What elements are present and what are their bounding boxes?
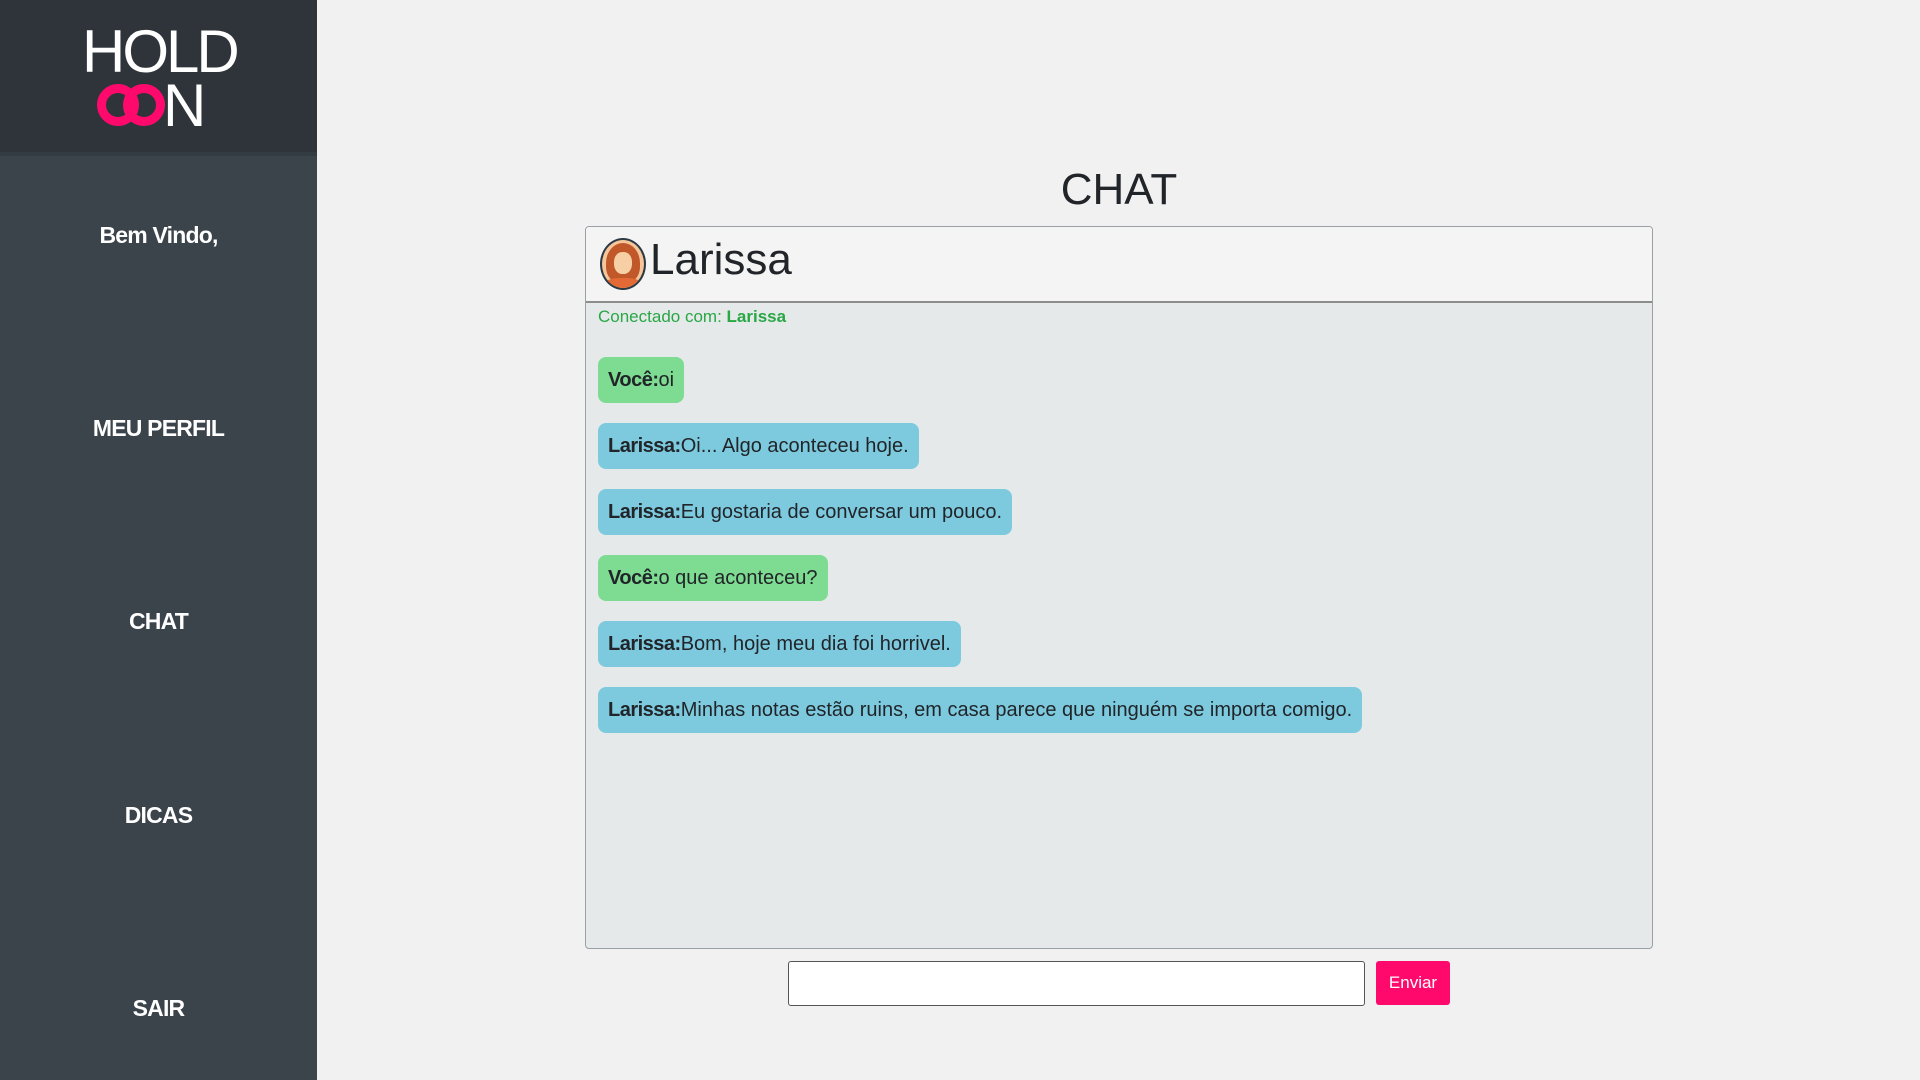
logo-text-n: N [163,72,207,139]
sidebar-item-meu-perfil[interactable]: MEU PERFIL [0,415,317,442]
message-bubble: Larissa: Bom, hoje meu dia foi horrivel. [598,621,961,667]
chat-header: Larissa [586,227,1652,303]
message-list: Você: oi Larissa: Oi... Algo aconteceu h… [598,357,1640,753]
sidebar: HOLD N Bem Vindo, MEU PERFIL CHAT DICAS … [0,0,317,1080]
contact-name: Larissa [650,235,792,284]
hold-on-logo[interactable]: HOLD N [82,22,240,139]
message-bubble: Larissa: Oi... Algo aconteceu hoje. [598,423,919,469]
logo-text-top: HOLD [82,18,240,85]
message-bubble: Larissa: Minhas notas estão ruins, em ca… [598,687,1363,733]
welcome-text: Bem Vindo, [99,222,218,248]
message-sender: Você: [608,369,659,391]
message-text: oi [658,369,675,391]
message-sender: Larissa: [608,435,681,457]
logo-area: HOLD N [0,0,317,156]
message-text: Minhas notas estão ruins, em casa parece… [680,699,1353,721]
message-bubble: Larissa: Eu gostaria de conversar um pou… [598,489,1013,535]
message-text: Oi... Algo aconteceu hoje. [680,435,909,457]
message-text: Bom, hoje meu dia foi horrivel. [680,633,951,655]
message-sender: Você: [608,567,659,589]
message-bubble: Você: oi [598,357,685,403]
sidebar-item-dicas[interactable]: DICAS [0,802,317,829]
avatar [600,238,646,290]
sidebar-item-sair[interactable]: SAIR [0,995,317,1022]
send-button[interactable]: Enviar [1376,961,1450,1005]
page-title: CHAT [1060,165,1178,214]
message-sender: Larissa: [608,501,681,523]
logo-ring-icon [123,84,165,126]
message-sender: Larissa: [608,633,681,655]
message-input[interactable] [788,961,1365,1006]
connection-name: Larissa [726,307,787,326]
connection-status: Conectado com: Larissa [598,307,786,327]
chat-panel: Larissa Conectado com: Larissa Você: oi … [585,226,1653,949]
message-sender: Larissa: [608,699,681,721]
sidebar-item-chat[interactable]: CHAT [0,608,317,635]
message-text: o que aconteceu? [658,567,818,589]
connection-label: Conectado com: [598,307,722,326]
message-bubble: Você: o que aconteceu? [598,555,828,601]
message-text: Eu gostaria de conversar um pouco. [680,501,1003,523]
